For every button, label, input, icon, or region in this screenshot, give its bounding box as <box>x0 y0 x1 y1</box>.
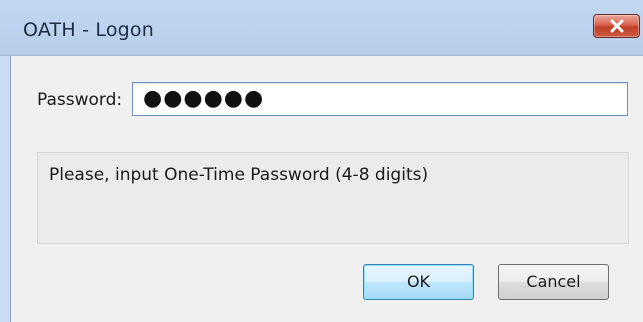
window-title: OATH - Logon <box>23 19 154 41</box>
password-masked-value: ●●●●●● <box>143 86 265 111</box>
password-field[interactable]: ●●●●●● <box>132 82 628 116</box>
title-bar[interactable]: OATH - Logon <box>0 0 643 56</box>
close-button[interactable] <box>593 14 640 38</box>
ok-button[interactable]: OK <box>363 264 474 300</box>
info-message-box: Please, input One-Time Password (4-8 dig… <box>37 152 629 244</box>
dialog-body: Password: ●●●●●● Please, input One-Time … <box>10 56 643 322</box>
close-icon <box>610 19 624 33</box>
cancel-button[interactable]: Cancel <box>498 264 609 300</box>
info-message-text: Please, input One-Time Password (4-8 dig… <box>49 165 429 185</box>
logon-dialog: OATH - Logon Password: ●●●●●● Please, in… <box>0 0 643 322</box>
password-label: Password: <box>37 90 123 110</box>
